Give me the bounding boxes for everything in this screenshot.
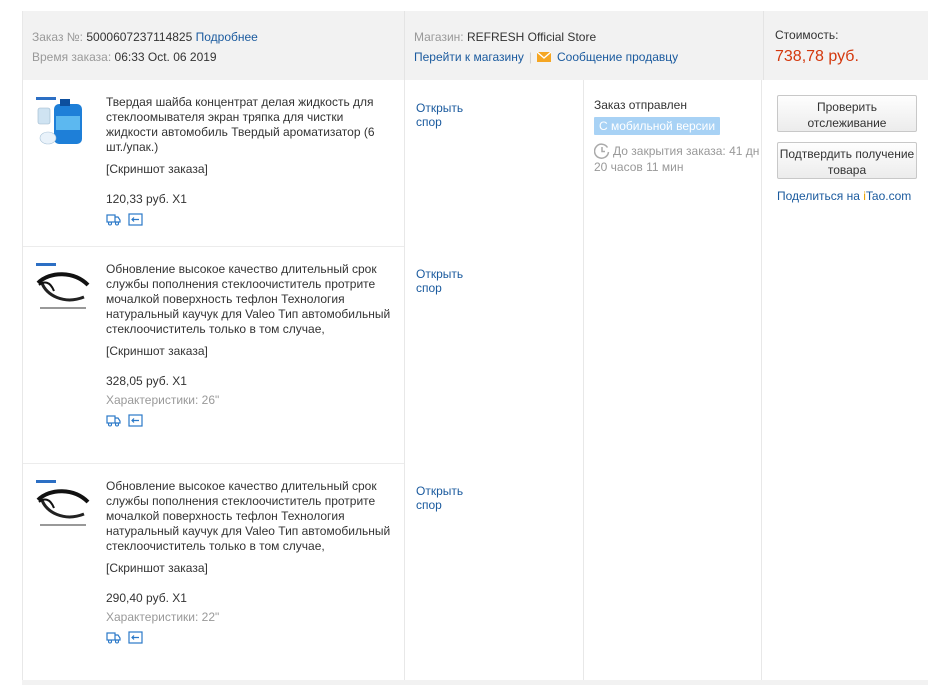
cost-value: 738,78 руб. [775, 48, 859, 65]
item-spec: Характеристики: 22" [106, 610, 220, 624]
confirm-receipt-button[interactable]: Подтвердить получение товара [777, 142, 917, 179]
delivery-truck-icon[interactable] [106, 213, 121, 226]
order-details-link[interactable]: Подробнее [196, 30, 258, 44]
order-screenshot-link[interactable]: [Скриншот заказа] [106, 162, 398, 177]
envelope-icon [536, 48, 552, 62]
cost-label: Стоимость: [775, 28, 839, 42]
order-screenshot-link[interactable]: [Скриншот заказа] [106, 561, 398, 576]
delivery-truck-icon[interactable] [106, 414, 121, 427]
delivery-truck-icon[interactable] [106, 631, 121, 644]
return-icon[interactable] [128, 414, 143, 427]
product-thumbnail[interactable] [34, 478, 92, 536]
return-icon[interactable] [128, 213, 143, 226]
header-divider [404, 11, 405, 80]
order-header: Заказ №: 5000607237114825 Подробнее Врем… [23, 11, 928, 80]
item-spec: Характеристики: 26" [106, 393, 220, 407]
order-status: Заказ отправлен С мобильной версии До за… [593, 98, 764, 175]
check-tracking-button[interactable]: Проверить отслеживание [777, 95, 917, 132]
product-title[interactable]: Твердая шайба концентрат делая жидкость … [106, 95, 398, 155]
go-to-store-link[interactable]: Перейти к магазину [414, 50, 524, 64]
order-close-timer: До закрытия заказа: 41 дн 20 часов 11 ми… [593, 143, 764, 175]
open-dispute-link[interactable]: Открыть спор [416, 484, 463, 512]
row-divider [23, 246, 404, 247]
item-price: 120,33 руб. X1 [106, 192, 187, 206]
status-title: Заказ отправлен [594, 98, 687, 112]
itao-logo-text: iTao.com [863, 189, 912, 203]
clock-icon [593, 143, 610, 159]
order-body: Твердая шайба концентрат делая жидкость … [23, 80, 928, 685]
wiper-blade-image [34, 478, 92, 536]
open-dispute-link[interactable]: Открыть спор [416, 101, 463, 129]
order-number: 5000607237114825 [86, 30, 193, 44]
washer-fluid-image [34, 94, 92, 152]
product-thumbnail[interactable] [34, 261, 92, 319]
timer-text: До закрытия заказа: 41 дн 20 часов 11 ми… [594, 144, 760, 174]
open-dispute-link[interactable]: Открыть спор [416, 267, 463, 295]
order-actions: Проверить отслеживание Подтвердить получ… [777, 95, 919, 204]
share-link[interactable]: Поделиться на iTao.com [777, 188, 919, 204]
order-number-label: Заказ №: [32, 30, 84, 44]
message-seller-link[interactable]: Сообщение продавцу [557, 50, 678, 64]
column-divider [583, 80, 584, 685]
link-separator: | [528, 50, 532, 64]
column-divider [404, 80, 405, 685]
store-name: REFRESH Official Store [466, 30, 597, 44]
store-label: Магазин: [414, 30, 464, 44]
product-title[interactable]: Обновление высокое качество длительный с… [106, 262, 398, 337]
share-prefix: Поделиться на [777, 189, 860, 203]
order-time-label: Время заказа: [32, 50, 112, 64]
item-price: 328,05 руб. X1 [106, 374, 187, 388]
row-divider [23, 463, 404, 464]
product-title[interactable]: Обновление высокое качество длительный с… [106, 479, 398, 554]
mobile-version-badge: С мобильной версии [594, 117, 721, 135]
product-thumbnail[interactable] [34, 94, 92, 152]
header-divider [763, 11, 764, 80]
item-price: 290,40 руб. X1 [106, 591, 187, 605]
wiper-blade-image [34, 261, 92, 319]
order-card: Заказ №: 5000607237114825 Подробнее Врем… [22, 11, 928, 685]
return-icon[interactable] [128, 631, 143, 644]
next-order-edge [22, 680, 928, 685]
order-screenshot-link[interactable]: [Скриншот заказа] [106, 344, 398, 359]
order-time: 06:33 Oct. 06 2019 [114, 50, 217, 64]
